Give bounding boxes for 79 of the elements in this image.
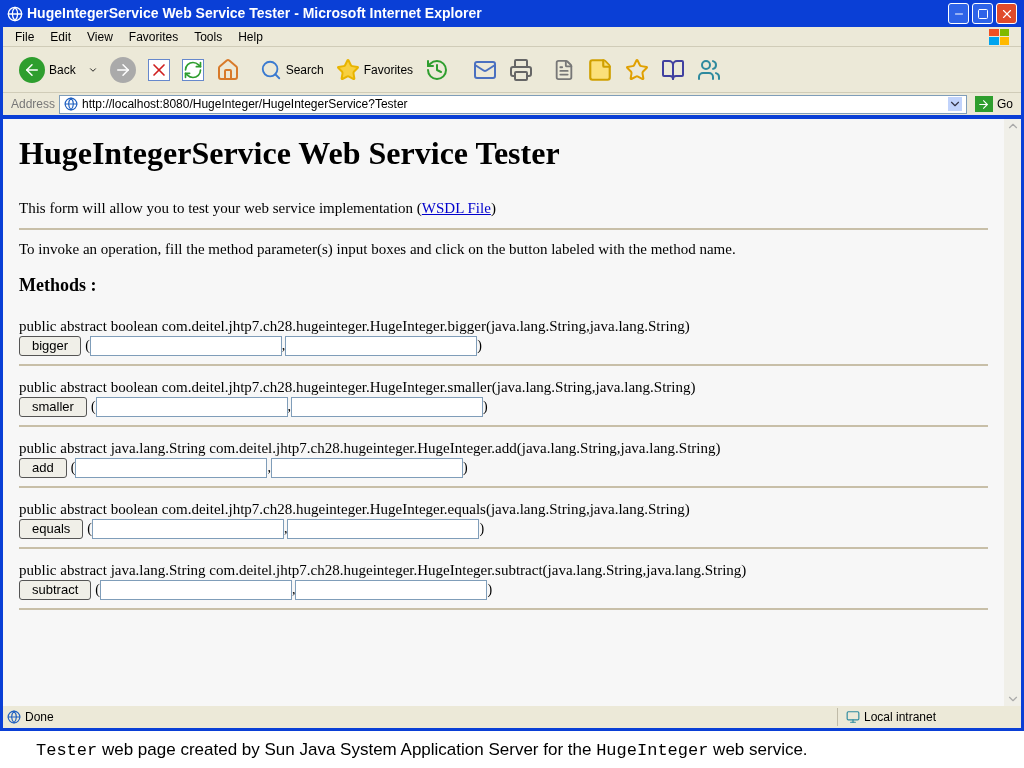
method-signature: public abstract java.lang.String com.deitel.jhtp7.ch28.hugeinteger.HugeInteger.add(java.lang.String,java.lang.String) — [19, 439, 722, 457]
menu-item[interactable]: Favorites — [128, 27, 179, 46]
instructions-text: To invoke an operation, fill the method parameter(s) input boxes and click on the button labeled with the method name. — [19, 239, 737, 259]
parenthesis: ) — [462, 459, 468, 477]
comma: , — [267, 459, 271, 477]
print-icon[interactable] — [509, 57, 534, 82]
parameter-field[interactable] — [285, 335, 478, 356]
page-icon — [64, 97, 79, 111]
parameter-field[interactable] — [89, 335, 282, 356]
page-heading: HugeIntegerService Web Service Tester — [19, 134, 561, 173]
dropdown-icon[interactable] — [948, 97, 962, 111]
minimize-button[interactable] — [948, 3, 969, 24]
comma: , — [287, 398, 292, 416]
forward-icon[interactable] — [109, 56, 136, 83]
parenthesis: ) — [479, 520, 485, 538]
parenthesis: ) — [483, 398, 488, 416]
refresh-icon[interactable] — [181, 58, 204, 81]
parenthesis: ( — [70, 459, 76, 477]
method-signature: public abstract boolean com.deitel.jhtp7.ch28.hugeinteger.HugeInteger.bigger(java.lang.String,java.lang.String) — [19, 317, 691, 335]
research-icon[interactable] — [661, 57, 686, 82]
parameter-field[interactable] — [295, 579, 488, 600]
home-icon[interactable] — [215, 57, 240, 82]
parenthesis: ( — [85, 337, 90, 355]
method-button[interactable]: bigger — [19, 335, 82, 356]
favorites-button[interactable]: Favorites — [335, 57, 414, 82]
parameter-field[interactable] — [270, 457, 463, 478]
address-label: Address — [11, 96, 56, 113]
comma: , — [281, 337, 286, 355]
figure-caption: Tester web page created by Sun Java System Application Server for the HugeInteger web service. — [35, 739, 809, 762]
parameter-field[interactable] — [92, 518, 284, 539]
method-button[interactable]: add — [19, 457, 67, 478]
window-title: HugeIntegerService Web Service Tester - Microsoft Internet Explorer — [27, 4, 482, 23]
stop-icon[interactable] — [147, 58, 170, 81]
zone-text: Local intranet — [864, 709, 937, 726]
windows-logo-icon — [989, 28, 1009, 45]
maximize-button[interactable] — [972, 3, 993, 24]
menu-item[interactable]: View — [87, 27, 113, 46]
back-button[interactable]: Back — [19, 56, 76, 83]
method-signature: public abstract boolean com.deitel.jhtp7.ch28.hugeinteger.HugeInteger.smaller(java.lang.String,java.lang.String) — [19, 378, 697, 396]
method-signature: public abstract java.lang.String com.deitel.jhtp7.ch28.hugeinteger.HugeInteger.subtract(java.lang.String,java.lang.String) — [19, 561, 748, 579]
methods-heading: Methods : — [19, 274, 98, 297]
go-button[interactable]: Go — [975, 95, 1013, 113]
menu-item[interactable]: Help — [238, 27, 263, 46]
parameter-field[interactable] — [291, 396, 484, 417]
wsdl-link[interactable]: WSDL File — [421, 200, 491, 216]
back-icon — [19, 56, 45, 83]
status-text: Done — [25, 709, 54, 726]
parenthesis: ( — [95, 581, 100, 599]
parameter-field[interactable] — [95, 396, 288, 417]
menu-item[interactable]: File — [15, 27, 35, 46]
note-icon[interactable] — [587, 56, 614, 83]
comma: , — [284, 520, 288, 538]
method-button[interactable]: subtract — [19, 579, 92, 600]
method-button[interactable]: equals — [19, 518, 84, 539]
people-icon[interactable] — [697, 57, 722, 82]
maximize-icon — [976, 7, 989, 20]
star-icon — [335, 57, 360, 82]
method-button[interactable]: smaller — [19, 396, 87, 417]
method-signature: public abstract boolean com.deitel.jhtp7.ch28.hugeinteger.HugeInteger.equals(java.lang.String,java.lang.String) — [19, 500, 691, 518]
parenthesis: ) — [477, 337, 482, 355]
search-icon — [259, 58, 282, 81]
search-button[interactable]: Search — [259, 58, 324, 81]
comma: , — [291, 581, 296, 599]
page-icon — [7, 710, 21, 724]
scrollbar[interactable] — [1004, 119, 1021, 706]
parenthesis: ( — [90, 398, 96, 416]
parameter-field[interactable] — [75, 457, 268, 478]
parenthesis: ( — [87, 520, 92, 538]
parameter-field[interactable] — [99, 579, 292, 600]
intro-text: This form will allow you to test your web service implementation (WSDL File) — [19, 197, 988, 230]
menu-item[interactable]: Tools — [194, 27, 223, 46]
parameter-field[interactable] — [287, 518, 480, 539]
computer-icon — [846, 710, 860, 724]
app-icon — [7, 5, 23, 22]
address-field[interactable]: http://localhost:8080/HugeInteger/HugeIntegerService?Tester — [59, 94, 967, 114]
history-icon[interactable] — [425, 57, 450, 82]
close-button[interactable] — [996, 3, 1017, 24]
parenthesis: ) — [487, 581, 493, 599]
menu-item[interactable]: Edit — [50, 27, 72, 46]
